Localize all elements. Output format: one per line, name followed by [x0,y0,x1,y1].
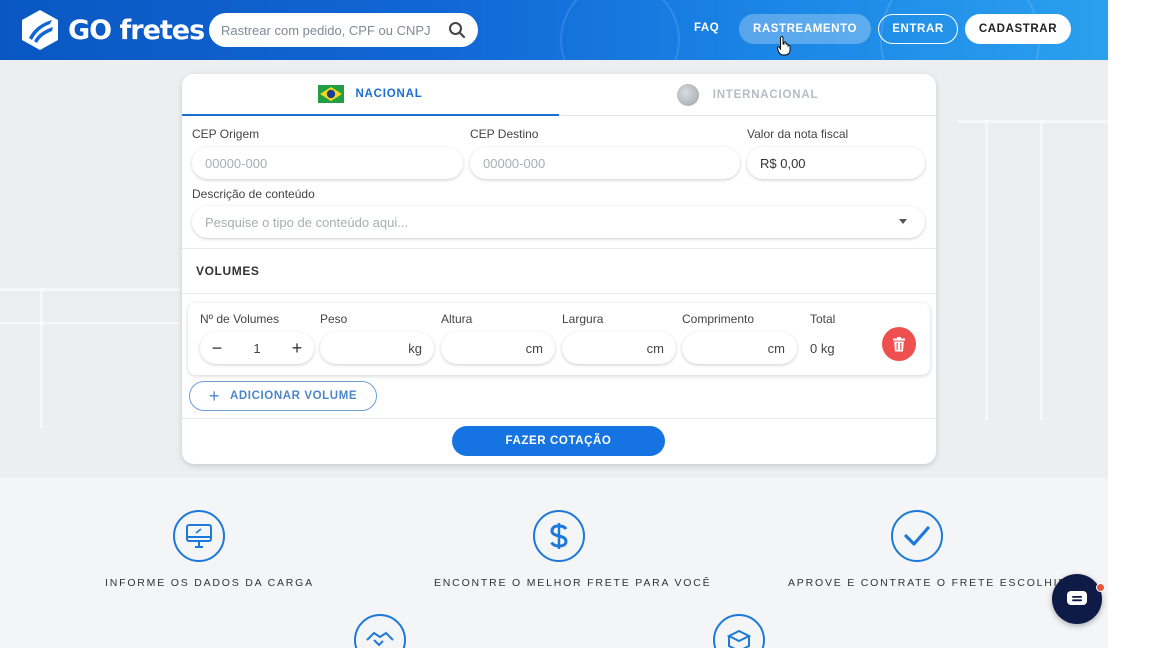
background-decoration [958,120,1108,123]
step-3-label: APROVE E CONTRATE O FRETE ESCOLHIDO [788,577,1078,589]
logo-icon [22,10,58,50]
search-input[interactable]: Rastrear com pedido, CPF ou CNPJ [221,23,448,38]
plus-icon[interactable]: + [286,337,308,359]
nav-tracking-button[interactable]: RASTREAMENTO [739,14,871,44]
background-decoration [1040,120,1043,420]
invoice-value: R$ 0,00 [760,155,806,171]
how-it-works-section [0,478,1108,648]
content-description-label: Descrição de conteúdo [192,187,315,201]
background-decoration [0,322,180,324]
tab-nacional[interactable]: NACIONAL [182,74,559,116]
weight-label: Peso [320,312,348,326]
add-volume-button[interactable]: + ADICIONAR VOLUME [189,381,377,411]
cep-origin-input[interactable]: 00000-000 [192,147,463,179]
volumes-section-title: VOLUMES [196,264,260,278]
height-unit: cm [525,341,543,356]
content-description-select[interactable]: Pesquise o tipo de conteúdo aqui... [192,206,925,238]
volume-count-stepper[interactable]: 1 − + [200,332,314,364]
nav-login-button[interactable]: ENTRAR [878,14,958,44]
width-input[interactable]: cm [562,332,676,364]
weight-input[interactable]: kg [320,332,434,364]
step-1-label: INFORME OS DADOS DA CARGA [105,577,314,589]
height-input[interactable]: cm [441,332,555,364]
width-unit: cm [646,341,664,356]
cep-origin-label: CEP Origem [192,127,260,141]
tab-nacional-label: NACIONAL [355,88,423,100]
minus-icon[interactable]: − [206,337,228,359]
get-quote-button[interactable]: FAZER COTAÇÃO [452,426,665,456]
plus-icon: + [208,385,220,406]
tab-internacional[interactable]: INTERNACIONAL [559,74,936,116]
divider [182,248,936,249]
tracking-search-box[interactable]: Rastrear com pedido, CPF ou CNPJ [209,13,478,47]
nav-signup-button[interactable]: CADASTRAR [965,14,1071,44]
top-header: GO fretes Rastrear com pedido, CPF ou CN… [0,0,1108,60]
width-label: Largura [562,312,604,326]
volume-count-label: Nº de Volumes [200,312,280,326]
brazil-flag-icon [318,85,345,103]
length-unit: cm [767,341,785,356]
step-2-label: ENCONTRE O MELHOR FRETE PARA VOCÊ [434,577,712,589]
background-decoration [985,120,988,420]
background-decoration [40,288,43,428]
check-icon [891,510,943,562]
divider [182,418,936,419]
total-weight-label: Total [810,312,836,326]
chat-icon [1067,591,1087,605]
delete-volume-button[interactable] [882,327,916,361]
add-volume-label: ADICIONAR VOLUME [229,390,358,402]
nav-faq-link[interactable]: FAQ [694,22,719,34]
chat-widget-button[interactable] [1052,574,1102,624]
volume-row: Nº de Volumes 1 − + Peso kg Altura cm La… [188,303,930,375]
notification-badge [1096,583,1105,592]
header-decoration [560,0,680,60]
height-label: Altura [441,312,473,326]
cep-destination-label: CEP Destino [470,127,539,141]
divider [182,293,936,294]
search-icon[interactable] [448,21,466,39]
dollar-icon [533,510,585,562]
weight-unit: kg [408,341,422,356]
tab-internacional-label: INTERNACIONAL [712,89,819,101]
monitor-icon [173,510,225,562]
right-margin [1108,0,1152,648]
length-input[interactable]: cm [682,332,797,364]
total-weight-value: 0 kg [810,341,835,356]
cep-origin-placeholder: 00000-000 [205,155,268,171]
shipping-type-tabs: NACIONAL INTERNACIONAL [182,74,936,116]
invoice-value-label: Valor da nota fiscal [747,127,849,141]
content-description-placeholder: Pesquise o tipo de conteúdo aqui... [205,214,409,230]
logo[interactable]: GO fretes [20,8,205,52]
trash-icon [893,336,905,351]
hand-cursor-icon [777,36,791,56]
logo-text: GO fretes [68,14,205,46]
globe-icon [676,84,699,106]
background-decoration [0,288,180,291]
cep-destination-placeholder: 00000-000 [483,155,546,171]
cep-destination-input[interactable]: 00000-000 [470,147,740,179]
invoice-value-input[interactable]: R$ 0,00 [747,147,925,179]
chevron-down-icon[interactable] [899,219,907,224]
freight-quote-card: NACIONAL INTERNACIONAL CEP Origem 00000-… [182,74,936,464]
length-label: Comprimento [682,312,755,326]
